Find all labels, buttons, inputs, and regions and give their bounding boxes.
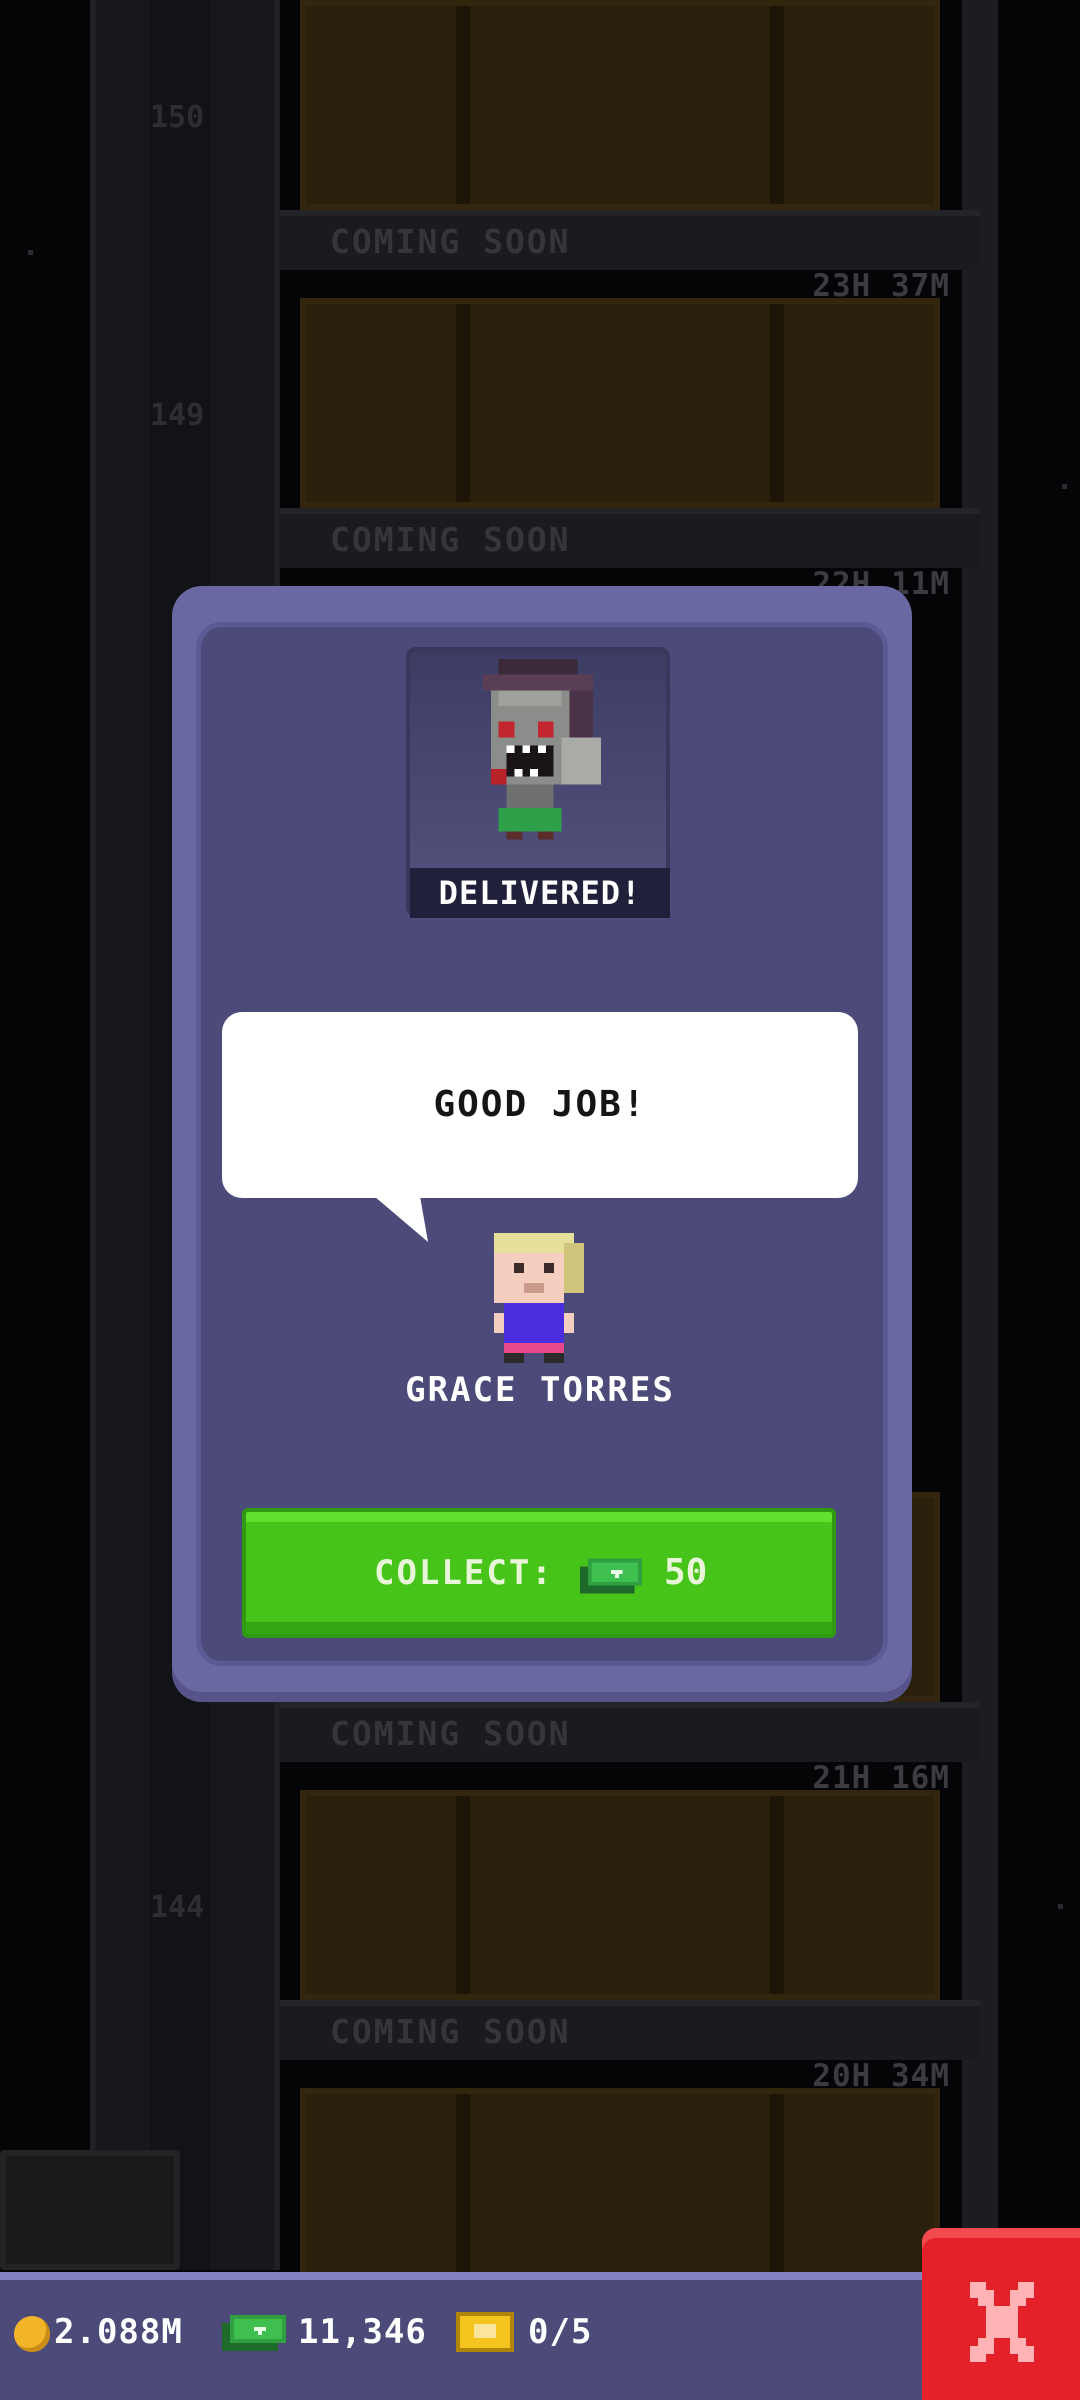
star-dot [1062, 484, 1067, 489]
floor-room [300, 0, 940, 210]
star-dot [28, 250, 33, 255]
floor-room [300, 1790, 940, 2000]
speaker-name: GRACE TORRES [405, 1370, 675, 1410]
ticket-count: 0/5 [528, 2312, 593, 2352]
zombie-bitizen-icon [483, 658, 601, 840]
speech-bubble-text: GOOD JOB! [433, 1084, 647, 1125]
floor-number: 149 [150, 398, 205, 433]
bux-balance: 11,346 [298, 2312, 427, 2352]
tower-floor[interactable]: 144 COMING SOON 20H 34M [150, 1790, 980, 2094]
currency-status-bar: 2.088M 11,346 0/5 [0, 2272, 930, 2400]
delivered-badge: DELIVERED! [410, 868, 670, 918]
close-button[interactable] [922, 2228, 1080, 2400]
floor-status: COMING SOON [330, 520, 571, 559]
floor-room [300, 298, 940, 508]
floor-room [300, 2088, 940, 2298]
lobby-stash-box[interactable] [0, 2150, 180, 2270]
collect-amount: 50 [664, 1552, 708, 1593]
speaker-avatar [484, 1232, 594, 1374]
floor-status: COMING SOON [330, 2012, 571, 2051]
floor-number: 144 [150, 1890, 205, 1925]
bitizen-avatar-icon [494, 1233, 584, 1363]
golden-ticket-icon [456, 2312, 514, 2352]
tower-floor[interactable]: 149 COMING SOON 22H 11M [150, 298, 980, 602]
floor-status: COMING SOON [330, 1714, 571, 1753]
bux-cash-icon [222, 2315, 286, 2351]
star-dot [1058, 1904, 1063, 1909]
bux-cash-icon [580, 1558, 642, 1594]
close-icon [970, 2282, 1034, 2362]
coin-balance: 2.088M [54, 2312, 183, 2352]
collect-reward-button[interactable]: COLLECT: 50 [242, 1508, 836, 1638]
tower-floor[interactable]: 150 COMING SOON 23H 37M [150, 0, 980, 304]
floor-status: COMING SOON [330, 222, 571, 261]
speech-bubble-tail [373, 1196, 429, 1242]
collect-label: COLLECT: [374, 1553, 554, 1593]
coin-icon [14, 2316, 50, 2352]
floor-number: 150 [150, 100, 205, 135]
